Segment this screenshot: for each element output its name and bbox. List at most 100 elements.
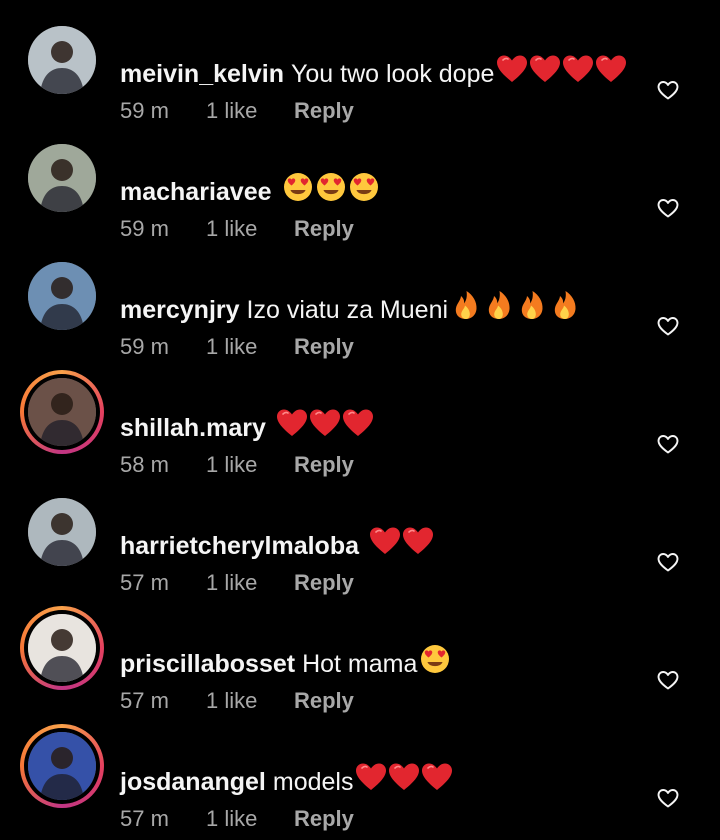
avatar-wrap[interactable] [28, 26, 96, 94]
timestamp: 59 m [120, 216, 169, 241]
username[interactable]: mercynjry [120, 293, 240, 327]
emoji-group [496, 54, 628, 93]
like-count[interactable]: 1 like [206, 216, 294, 242]
comment-item: shillah.mary 58 m 1 like Reply [0, 368, 720, 486]
like-heart-icon[interactable] [656, 786, 680, 810]
story-ring[interactable] [20, 370, 104, 454]
emoji-group [282, 172, 381, 211]
username[interactable]: harrietcherylmaloba [120, 529, 359, 563]
comment-text: machariavee [120, 172, 381, 211]
like-count[interactable]: 1 like [206, 452, 294, 478]
comment-meta: 58 m 1 like Reply [120, 452, 354, 478]
comment-text: josdanangel models [120, 762, 454, 801]
red-heart-emoji [402, 526, 435, 565]
red-heart-emoji [388, 762, 421, 801]
fire-emoji [516, 290, 549, 329]
reply-button[interactable]: Reply [294, 216, 354, 242]
red-heart-emoji [562, 54, 595, 93]
username[interactable]: josdanangel [120, 765, 266, 799]
timestamp: 57 m [120, 806, 169, 831]
fire-emoji [549, 290, 582, 329]
red-heart-emoji [276, 408, 309, 447]
comment-meta: 57 m 1 like Reply [120, 806, 354, 832]
comment-meta: 57 m 1 like Reply [120, 688, 354, 714]
red-heart-emoji [496, 54, 529, 93]
emoji-group [355, 762, 454, 801]
red-heart-emoji [355, 762, 388, 801]
comment-body: Izo viatu za Mueni [246, 295, 449, 324]
timestamp: 57 m [120, 688, 169, 713]
red-heart-emoji [342, 408, 375, 447]
comment-text: shillah.mary [120, 408, 375, 447]
avatar[interactable] [28, 144, 96, 212]
avatar[interactable] [28, 262, 96, 330]
comment-item: josdanangel models 57 m 1 like Reply [0, 722, 720, 840]
like-count[interactable]: 1 like [206, 334, 294, 360]
reply-button[interactable]: Reply [294, 334, 354, 360]
like-count[interactable]: 1 like [206, 688, 294, 714]
comment-meta: 59 m 1 like Reply [120, 98, 354, 124]
avatar[interactable] [28, 732, 96, 800]
emoji-group [450, 290, 582, 329]
comment-body: You two look dope [290, 59, 495, 88]
story-ring[interactable] [20, 606, 104, 690]
avatar[interactable] [28, 26, 96, 94]
timestamp: 57 m [120, 570, 169, 595]
like-heart-icon[interactable] [656, 550, 680, 574]
avatar[interactable] [28, 614, 96, 682]
red-heart-emoji [421, 762, 454, 801]
comment-item: harrietcherylmaloba 57 m 1 like Reply [0, 486, 720, 604]
timestamp: 59 m [120, 334, 169, 359]
like-count[interactable]: 1 like [206, 806, 294, 832]
avatar-wrap[interactable] [28, 144, 96, 212]
heart-eyes-emoji [348, 172, 381, 211]
reply-button[interactable]: Reply [294, 570, 354, 596]
comment-text: harrietcherylmaloba [120, 526, 435, 565]
comment-body: Hot mama [302, 649, 418, 678]
reply-button[interactable]: Reply [294, 98, 354, 124]
comments-list: meivin_kelvin You two look dope 59 m 1 like… [0, 0, 720, 831]
fire-emoji [483, 290, 516, 329]
timestamp: 59 m [120, 98, 169, 123]
like-heart-icon[interactable] [656, 314, 680, 338]
emoji-group [369, 526, 435, 565]
comment-body: models [272, 767, 354, 796]
comment-item: meivin_kelvin You two look dope 59 m 1 like… [0, 14, 720, 132]
heart-eyes-emoji [315, 172, 348, 211]
story-ring[interactable] [20, 724, 104, 808]
red-heart-emoji [529, 54, 562, 93]
heart-eyes-emoji [282, 172, 315, 211]
reply-button[interactable]: Reply [294, 452, 354, 478]
reply-button[interactable]: Reply [294, 806, 354, 832]
comment-item: priscillabosset Hot mama 57 m 1 like Reply [0, 604, 720, 722]
username[interactable]: priscillabosset [120, 647, 295, 681]
fire-emoji [450, 290, 483, 329]
username[interactable]: machariavee [120, 175, 272, 209]
username[interactable]: meivin_kelvin [120, 57, 284, 91]
red-heart-emoji [369, 526, 402, 565]
comment-meta: 57 m 1 like Reply [120, 570, 354, 596]
heart-eyes-emoji [419, 644, 452, 683]
comment-meta: 59 m 1 like Reply [120, 334, 354, 360]
comment-item: machariavee 59 m 1 like Reply [0, 132, 720, 250]
comment-text: priscillabosset Hot mama [120, 644, 452, 683]
reply-button[interactable]: Reply [294, 688, 354, 714]
avatar-wrap[interactable] [28, 262, 96, 330]
like-heart-icon[interactable] [656, 78, 680, 102]
like-heart-icon[interactable] [656, 668, 680, 692]
red-heart-emoji [595, 54, 628, 93]
avatar-wrap[interactable] [28, 498, 96, 566]
red-heart-emoji [309, 408, 342, 447]
like-count[interactable]: 1 like [206, 98, 294, 124]
like-count[interactable]: 1 like [206, 570, 294, 596]
like-heart-icon[interactable] [656, 196, 680, 220]
emoji-group [419, 644, 452, 683]
timestamp: 58 m [120, 452, 169, 477]
emoji-group [276, 408, 375, 447]
comment-text: meivin_kelvin You two look dope [120, 54, 628, 93]
like-heart-icon[interactable] [656, 432, 680, 456]
avatar[interactable] [28, 378, 96, 446]
comment-text: mercynjry Izo viatu za Mueni [120, 290, 582, 329]
username[interactable]: shillah.mary [120, 411, 266, 445]
avatar[interactable] [28, 498, 96, 566]
